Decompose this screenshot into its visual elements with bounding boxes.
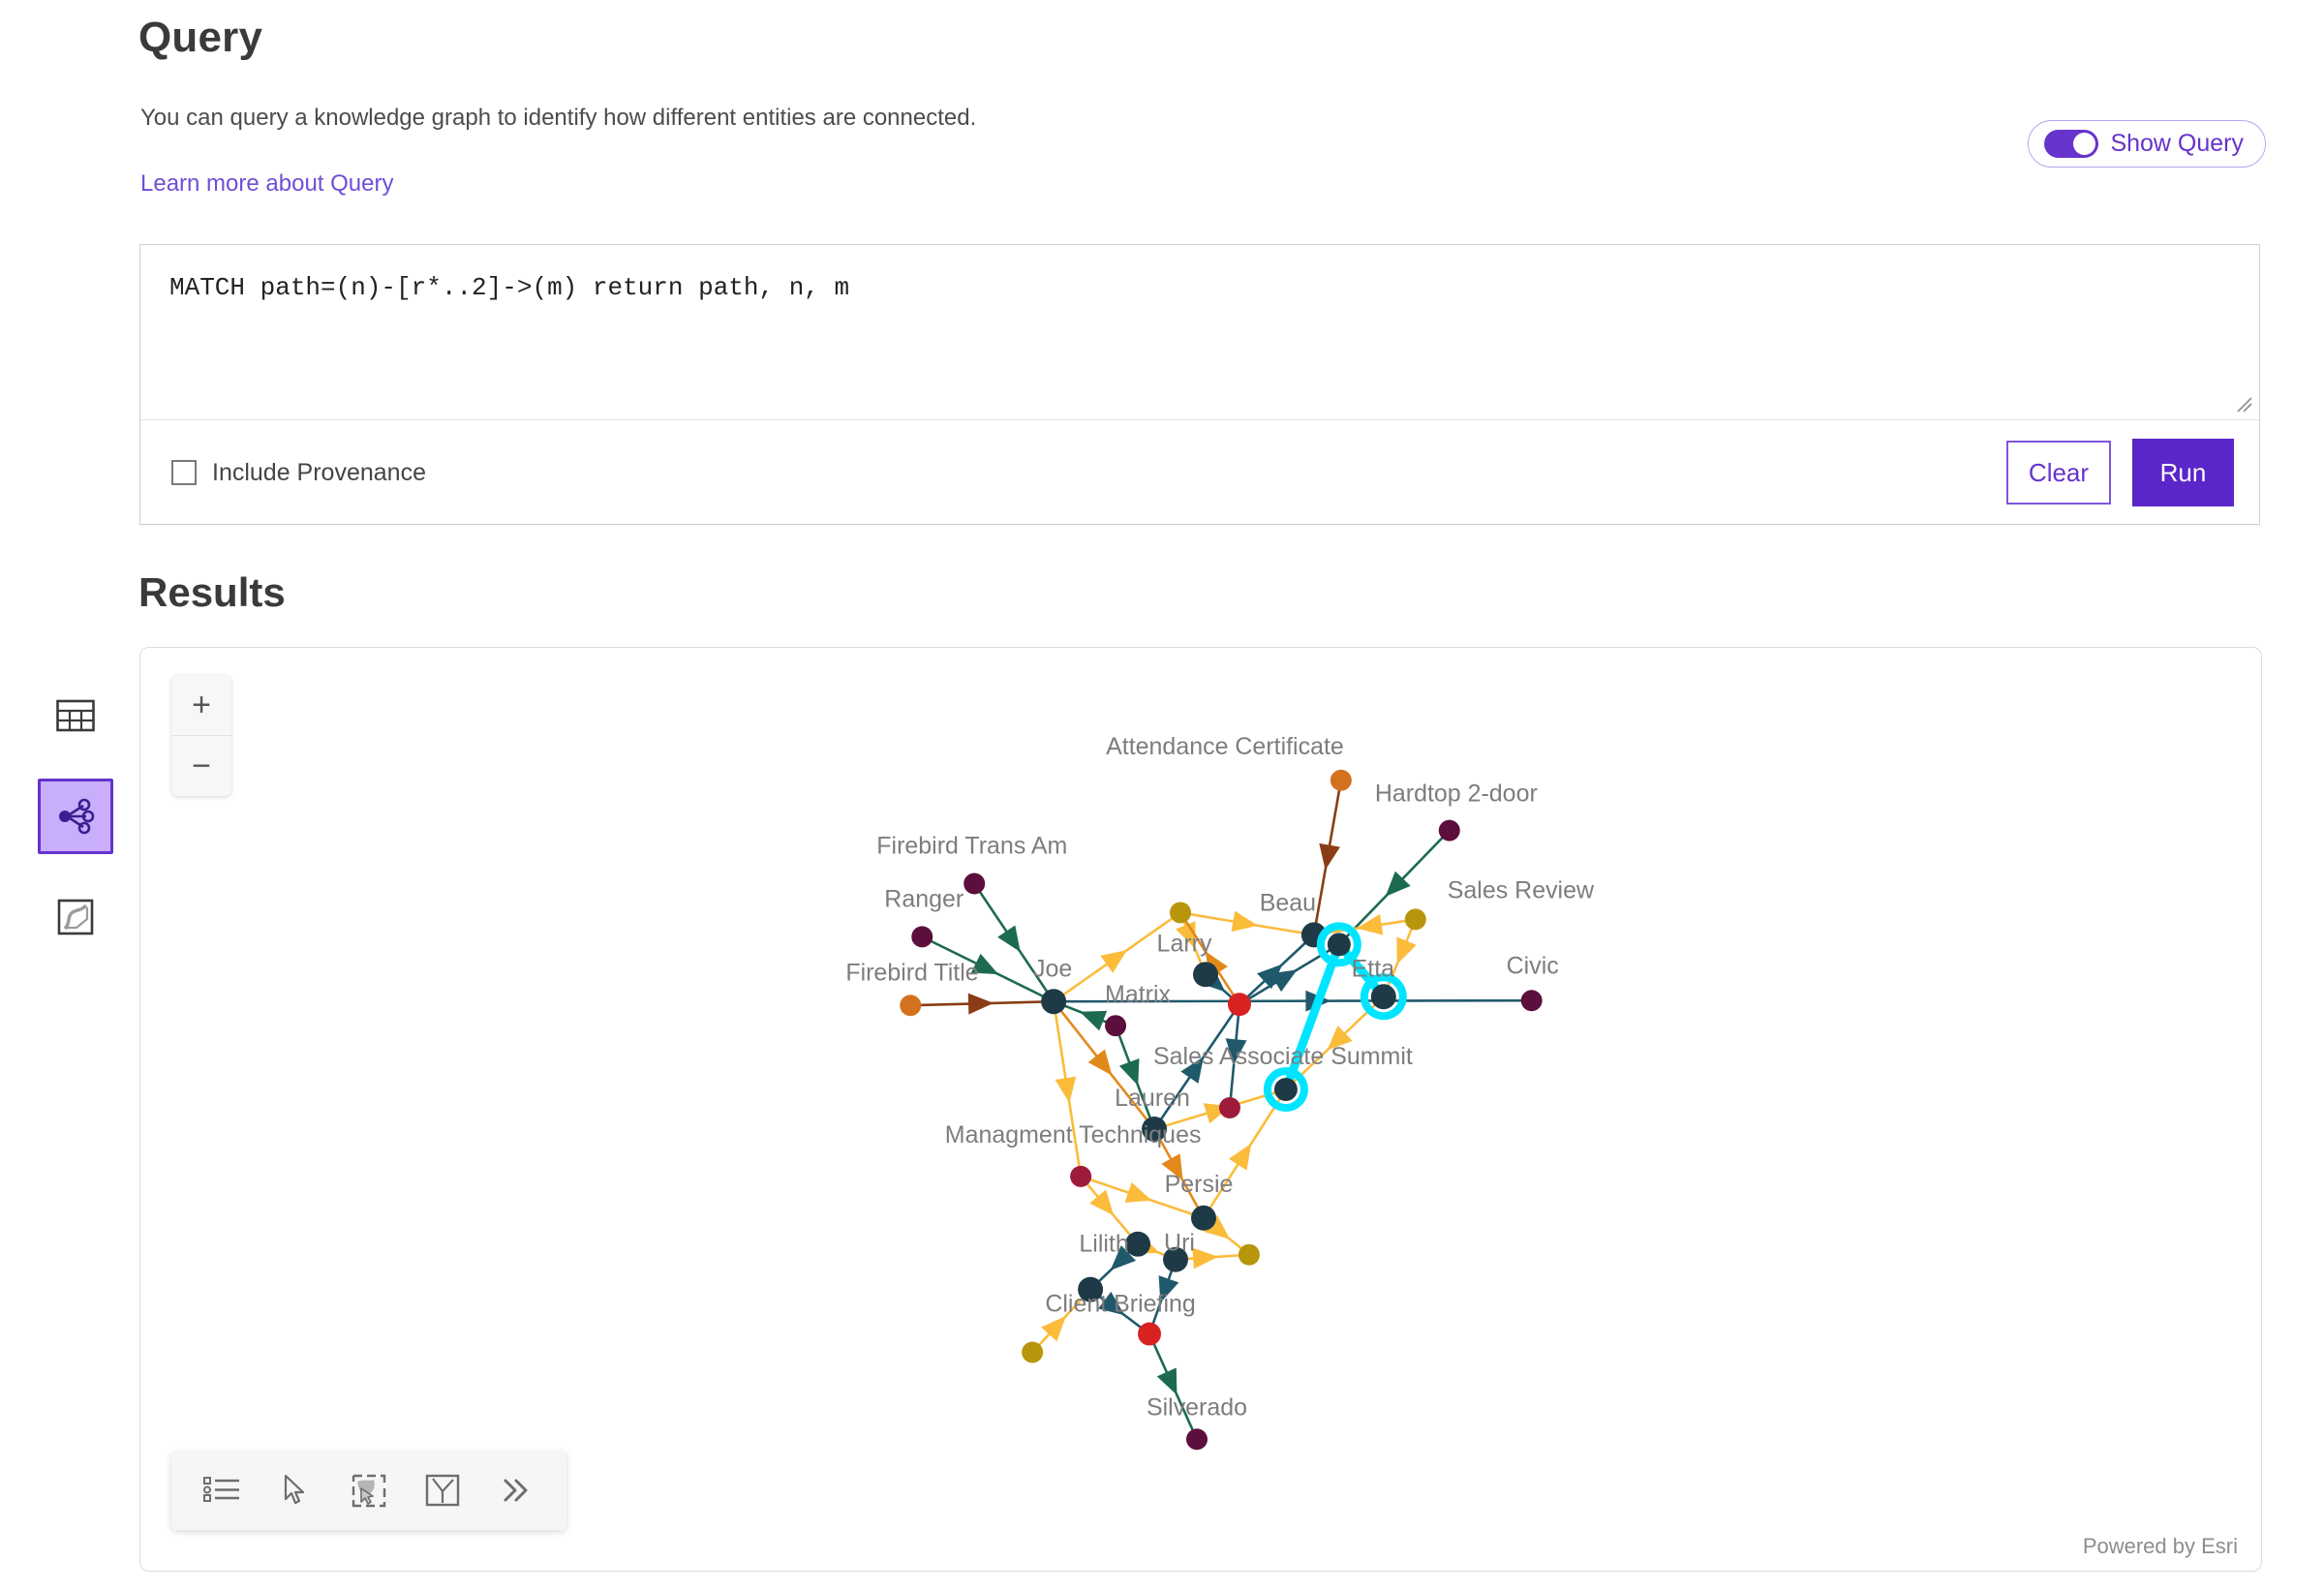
layout-button[interactable] bbox=[406, 1458, 479, 1522]
graph-node-label: Lauren bbox=[1115, 1085, 1190, 1112]
graph-node[interactable] bbox=[963, 873, 986, 895]
query-input[interactable] bbox=[140, 245, 2259, 419]
esri-credit: Powered by Esri bbox=[2082, 1534, 2238, 1558]
page-title: Query bbox=[138, 14, 263, 61]
include-provenance-checkbox[interactable]: Include Provenance bbox=[171, 459, 426, 487]
graph-node[interactable] bbox=[911, 926, 933, 948]
graph-node[interactable] bbox=[1238, 1243, 1260, 1266]
show-query-toggle[interactable]: Show Query bbox=[2028, 120, 2266, 168]
graph-node[interactable] bbox=[1438, 819, 1460, 842]
graph-node-label: Beau bbox=[1260, 889, 1316, 916]
graph-node-label: Sales Review bbox=[1448, 876, 1595, 903]
graph-node-label: Sales Associate Summit bbox=[1153, 1043, 1413, 1070]
table-icon bbox=[56, 699, 95, 732]
graph-edge-arrow bbox=[1087, 1049, 1113, 1076]
graph-node-label: Firebird Trans Am bbox=[876, 833, 1067, 860]
link-chart-canvas[interactable]: Attendance Certificate Hardtop 2-door Fire… bbox=[140, 648, 2261, 1571]
include-provenance-label: Include Provenance bbox=[212, 458, 426, 486]
map-icon bbox=[57, 899, 94, 935]
graph-node-label: Matrix bbox=[1105, 981, 1171, 1008]
graph-node[interactable] bbox=[1125, 1231, 1151, 1257]
graph-node[interactable] bbox=[1105, 1015, 1127, 1037]
graph-node[interactable] bbox=[900, 995, 922, 1017]
graph-node[interactable] bbox=[1191, 1205, 1216, 1231]
link-chart-icon bbox=[59, 798, 95, 835]
graph-node-label: Managment Techniques bbox=[945, 1121, 1202, 1148]
graph-edge-arrow bbox=[1229, 1143, 1252, 1171]
graph-node-layer bbox=[900, 769, 1543, 1451]
select-button[interactable] bbox=[259, 1458, 332, 1522]
graph-node[interactable] bbox=[1330, 769, 1352, 791]
graph-node-label: Lilith bbox=[1079, 1231, 1128, 1258]
graph-edge-arrow bbox=[1269, 969, 1298, 993]
layout-icon bbox=[425, 1474, 460, 1507]
graph-node[interactable] bbox=[1186, 1428, 1208, 1451]
more-tools-button[interactable] bbox=[479, 1458, 553, 1522]
run-button[interactable]: Run bbox=[2132, 439, 2234, 506]
graph-edge-arrow bbox=[1192, 1247, 1219, 1270]
graph-node[interactable] bbox=[1404, 908, 1426, 931]
show-query-label: Show Query bbox=[2110, 130, 2244, 157]
query-page: Query You can query a knowledge graph to… bbox=[0, 0, 2324, 1592]
select-rect-icon bbox=[352, 1474, 386, 1508]
graph-node-label: Client Briefing bbox=[1045, 1291, 1195, 1318]
graph-node-label: Attendance Certificate bbox=[1106, 733, 1344, 760]
graph-edge-arrow bbox=[967, 993, 994, 1015]
list-icon bbox=[203, 1477, 239, 1502]
graph-node-label: Larry bbox=[1157, 930, 1212, 957]
graph-node[interactable] bbox=[1227, 993, 1251, 1017]
learn-more-link[interactable]: Learn more about Query bbox=[140, 170, 393, 198]
graph-node[interactable] bbox=[1193, 962, 1218, 988]
graph-node-label: Joe bbox=[1033, 955, 1072, 982]
sidebar-item-map-view[interactable] bbox=[38, 879, 113, 955]
graph-node[interactable] bbox=[1370, 984, 1396, 1010]
graph-node-label: Persie bbox=[1165, 1171, 1234, 1198]
graph-node[interactable] bbox=[1273, 1078, 1298, 1102]
legend-button[interactable] bbox=[185, 1458, 259, 1522]
graph-node[interactable] bbox=[1041, 989, 1067, 1015]
graph-edge-arrow bbox=[1055, 1076, 1077, 1103]
graph-edge-arrow bbox=[1100, 949, 1128, 973]
results-graph-panel: + − Attendance Certificate Hardtop 2-door… bbox=[139, 647, 2262, 1572]
checkbox-box bbox=[171, 460, 197, 485]
graph-node[interactable] bbox=[1327, 933, 1351, 957]
graph-toolbar bbox=[171, 1451, 566, 1530]
graph-node-label: Firebird Title bbox=[845, 959, 978, 986]
graph-node-label: Civic bbox=[1507, 952, 1559, 979]
graph-node-label: Etta bbox=[1352, 955, 1395, 982]
pointer-icon bbox=[284, 1474, 305, 1505]
graph-edge-arrow bbox=[1319, 842, 1340, 871]
page-description: You can query a knowledge graph to ident… bbox=[140, 105, 977, 131]
chevron-double-right-icon bbox=[504, 1479, 528, 1502]
graph-node-label: Silverado bbox=[1147, 1393, 1247, 1421]
view-switcher-sidebar bbox=[29, 678, 122, 955]
graph-label-layer: Attendance Certificate Hardtop 2-door Fire… bbox=[845, 733, 1595, 1422]
graph-node[interactable] bbox=[1218, 1097, 1240, 1118]
graph-node[interactable] bbox=[1520, 990, 1543, 1012]
sidebar-item-table-view[interactable] bbox=[38, 678, 113, 753]
graph-node-label: Hardtop 2-door bbox=[1375, 781, 1538, 808]
clear-button[interactable]: Clear bbox=[2006, 441, 2111, 505]
results-title: Results bbox=[138, 569, 286, 615]
graph-edge-arrow bbox=[1079, 1010, 1108, 1031]
graph-edge-arrow bbox=[997, 925, 1021, 953]
graph-node-label: Uri bbox=[1164, 1230, 1195, 1257]
graph-node[interactable] bbox=[1022, 1341, 1044, 1363]
graph-node[interactable] bbox=[1138, 1322, 1162, 1346]
sidebar-item-link-chart-view[interactable] bbox=[38, 779, 113, 854]
select-by-rectangle-button[interactable] bbox=[332, 1458, 406, 1522]
toggle-knob bbox=[2073, 133, 2096, 155]
query-footer: Include Provenance Clear Run bbox=[140, 420, 2259, 525]
toggle-track bbox=[2044, 130, 2099, 158]
action-buttons: Clear Run bbox=[2006, 439, 2234, 506]
graph-node[interactable] bbox=[1170, 902, 1192, 924]
graph-node[interactable] bbox=[1070, 1165, 1092, 1187]
graph-edge-arrow bbox=[1124, 1182, 1152, 1203]
graph-node-label: Ranger bbox=[884, 885, 963, 912]
graph-edge-arrow bbox=[1089, 1189, 1115, 1216]
query-editor-panel: Include Provenance Clear Run bbox=[139, 244, 2260, 525]
graph-edge-arrow bbox=[1231, 910, 1258, 933]
